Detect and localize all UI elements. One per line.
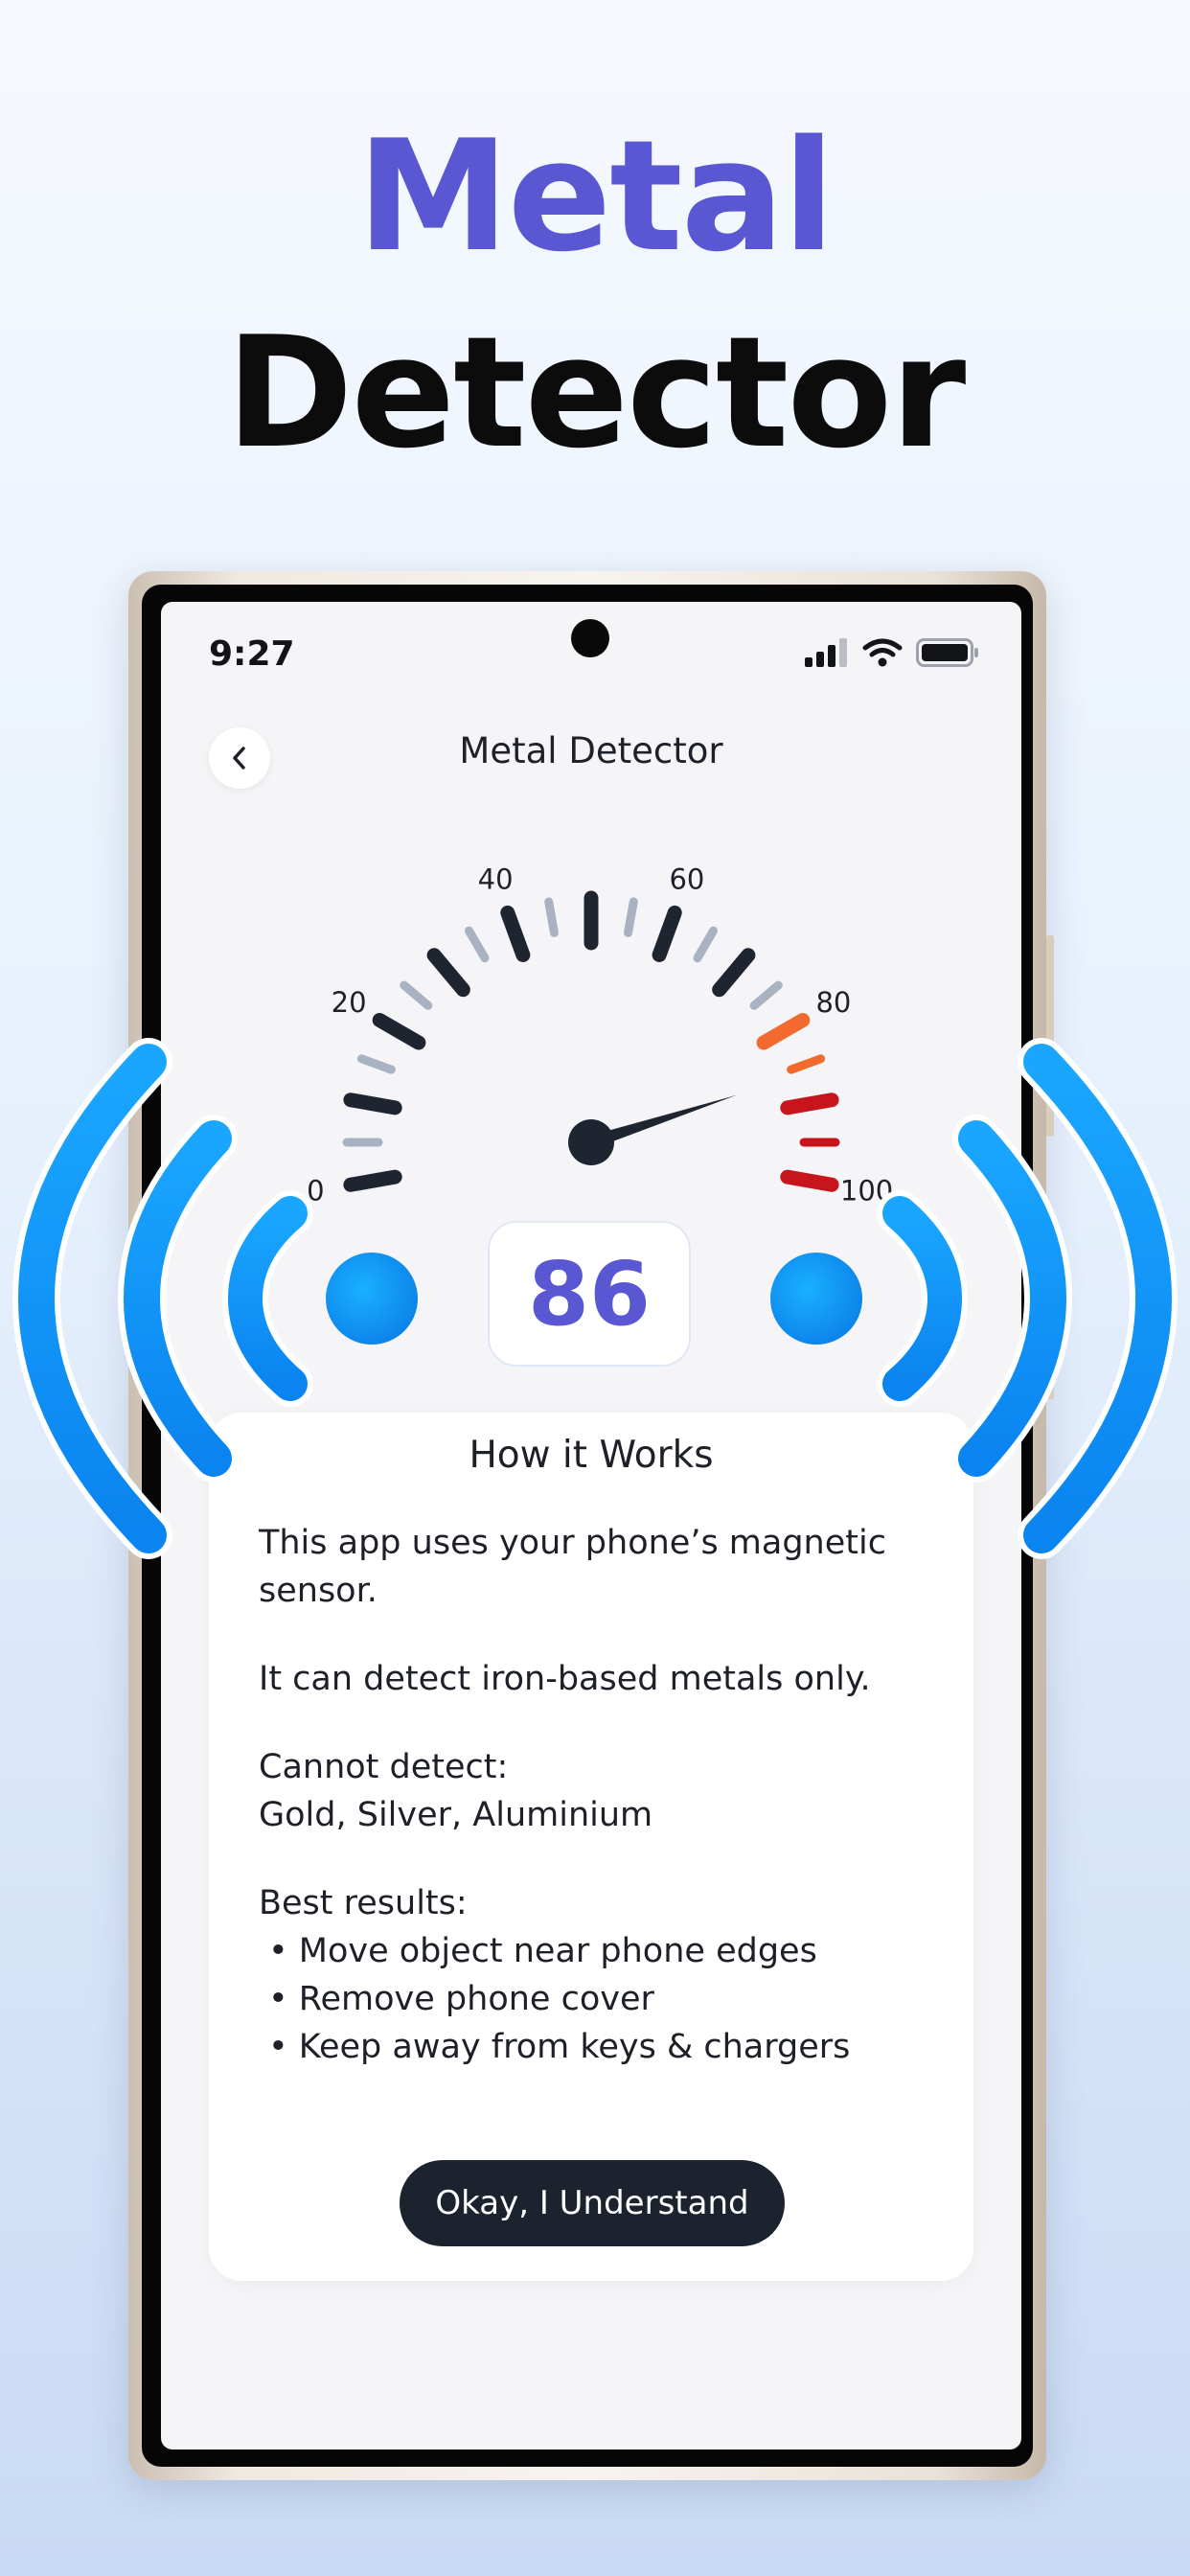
sensor-dot (326, 1253, 418, 1345)
sensor-dot (770, 1253, 862, 1345)
left-waves (11, 1038, 418, 1559)
right-waves (770, 1038, 1179, 1559)
signal-waves (11, 1038, 1179, 1559)
